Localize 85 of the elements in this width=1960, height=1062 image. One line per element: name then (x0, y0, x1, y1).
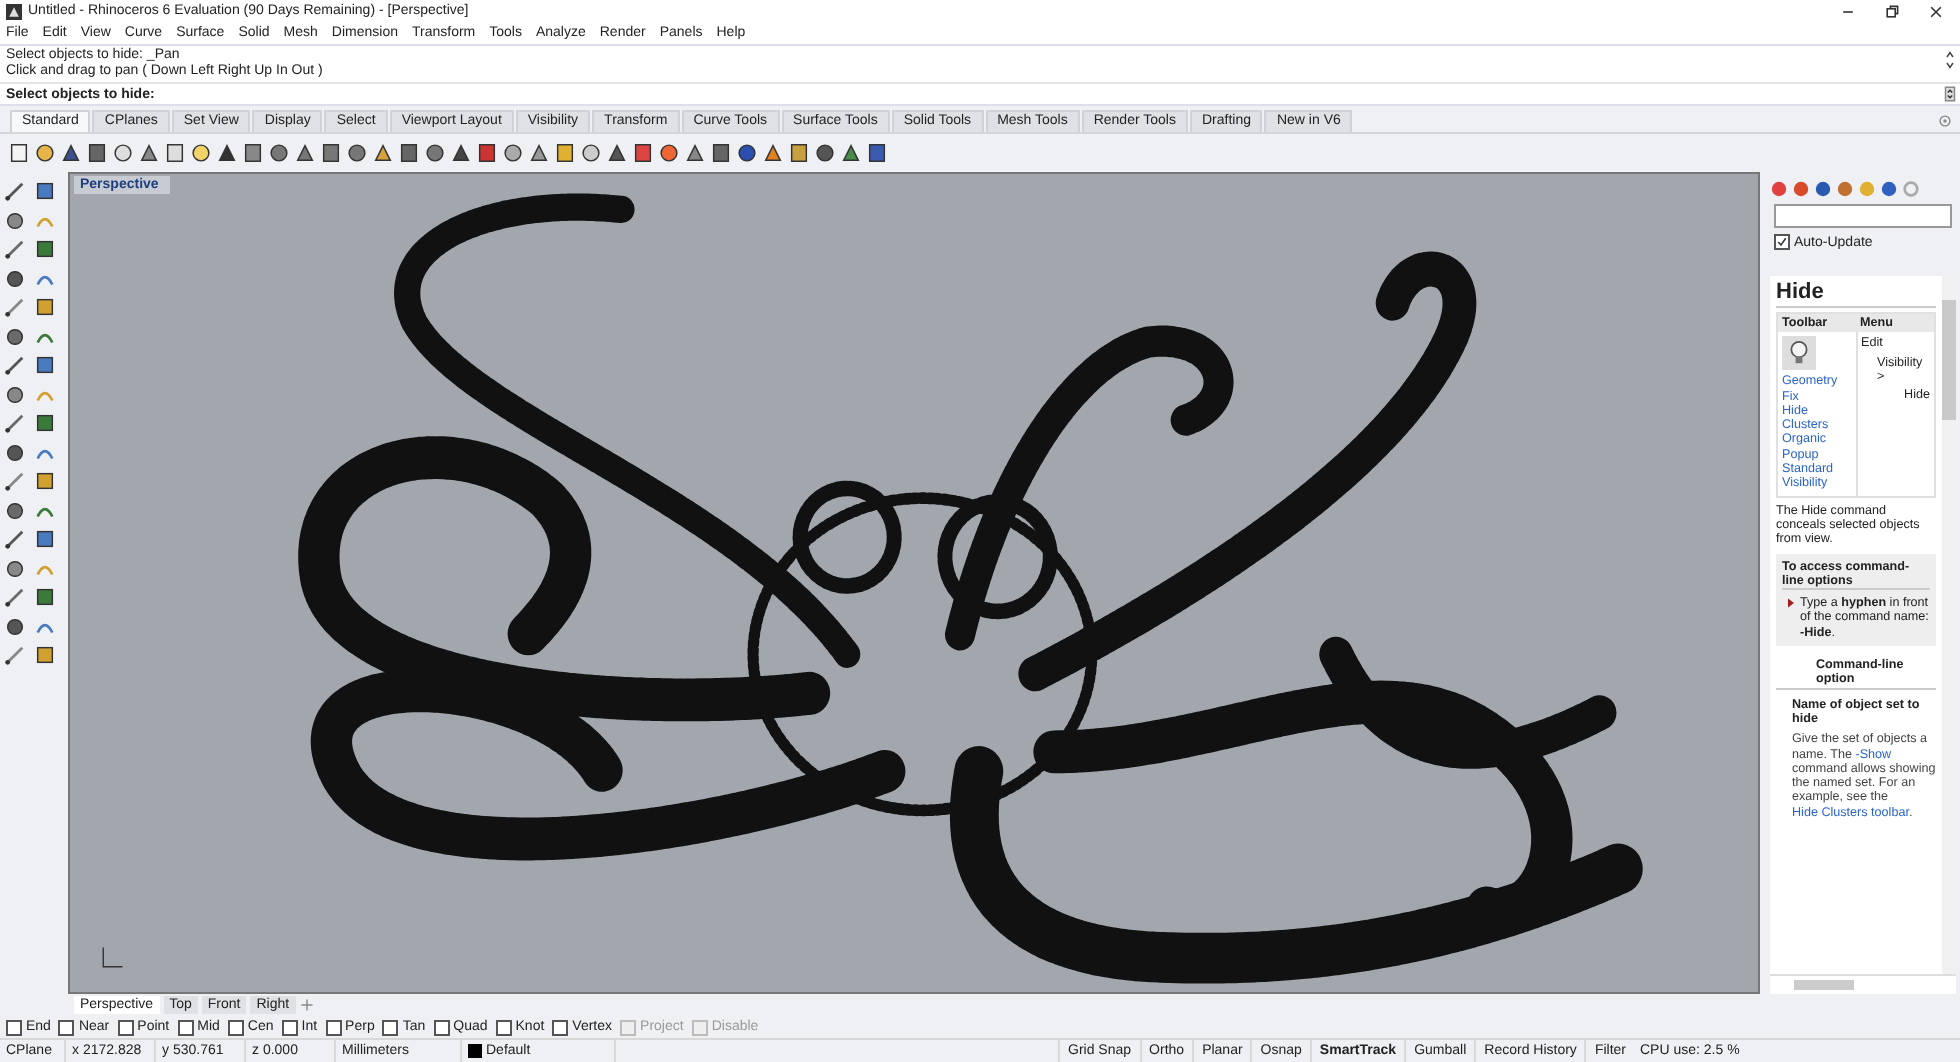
tool-icon[interactable] (34, 528, 56, 550)
tool-icon[interactable] (4, 209, 26, 231)
search-field[interactable] (1774, 204, 1952, 228)
tool-icon[interactable] (528, 142, 550, 164)
scroll-arrows-icon[interactable] (1944, 46, 1956, 74)
tool-icon[interactable] (580, 142, 602, 164)
tool-icon[interactable] (4, 528, 26, 550)
tool-icon[interactable] (4, 441, 26, 463)
tool-icon[interactable] (710, 142, 732, 164)
tool-icon[interactable] (34, 412, 56, 434)
gear-icon[interactable] (1938, 114, 1952, 128)
restore-icon[interactable] (1884, 3, 1900, 19)
tool-icon[interactable] (684, 142, 706, 164)
tool-icon[interactable] (34, 470, 56, 492)
tool-icon[interactable] (372, 142, 394, 164)
tool-icon[interactable] (34, 586, 56, 608)
tool-icon[interactable] (112, 142, 134, 164)
tool-icon[interactable] (4, 615, 26, 637)
tool-icon[interactable] (86, 142, 108, 164)
tool-icon[interactable] (4, 383, 26, 405)
tool-icon[interactable] (476, 142, 498, 164)
tool-icon[interactable] (4, 325, 26, 347)
tool-icon[interactable] (4, 470, 26, 492)
tool-icon[interactable] (606, 142, 628, 164)
layer-swatch (468, 1044, 482, 1058)
tool-icon[interactable] (294, 142, 316, 164)
tool-icon[interactable] (4, 180, 26, 202)
checkbox[interactable] (117, 1019, 134, 1035)
tool-icon[interactable] (398, 142, 420, 164)
checkbox[interactable] (227, 1019, 244, 1035)
tool-icon[interactable] (762, 142, 784, 164)
checkbox[interactable] (6, 1019, 22, 1035)
bullet-icon (1788, 598, 1794, 609)
tool-icon[interactable] (4, 644, 26, 666)
tool-icon[interactable] (632, 142, 654, 164)
tool-icon[interactable] (866, 142, 888, 164)
checkbox[interactable] (382, 1019, 399, 1035)
tool-icon[interactable] (34, 644, 56, 666)
tool-icon[interactable] (346, 142, 368, 164)
tool-icon[interactable] (736, 142, 758, 164)
tool-icon[interactable] (4, 412, 26, 434)
lightbulb-icon (1782, 336, 1816, 371)
tool-icon[interactable] (4, 238, 26, 260)
tool-icon[interactable] (34, 180, 56, 202)
tool-icon[interactable] (4, 499, 26, 521)
tool-icon[interactable] (4, 586, 26, 608)
tool-icon[interactable] (164, 142, 186, 164)
tool-icon[interactable] (4, 267, 26, 289)
scrollbar[interactable] (1770, 974, 1956, 994)
axis-icon (98, 944, 126, 972)
close-icon[interactable] (1928, 3, 1944, 19)
tool-icon[interactable] (450, 142, 472, 164)
checkbox[interactable] (58, 1019, 75, 1035)
tool-icon[interactable] (216, 142, 238, 164)
checkbox[interactable] (495, 1019, 512, 1035)
tool-icon[interactable] (190, 142, 212, 164)
tool-icon[interactable] (242, 142, 264, 164)
tool-icon[interactable] (4, 557, 26, 579)
checkbox[interactable] (325, 1019, 342, 1035)
tool-icon[interactable] (34, 354, 56, 376)
checkbox[interactable] (1774, 234, 1790, 250)
checkbox[interactable] (177, 1019, 194, 1035)
tool-icon[interactable] (268, 142, 290, 164)
checkbox[interactable] (433, 1019, 450, 1035)
checkbox[interactable] (281, 1019, 298, 1035)
tool-icon[interactable] (814, 142, 836, 164)
tool-icon[interactable] (502, 142, 524, 164)
tool-icon[interactable] (8, 142, 30, 164)
tool-icon[interactable] (658, 142, 680, 164)
spin-icon[interactable] (1944, 86, 1956, 102)
tool-icon[interactable] (840, 142, 862, 164)
tool-icon[interactable] (34, 296, 56, 318)
app-icon (6, 3, 22, 19)
help-title: Hide (1776, 278, 1936, 308)
tool-icon[interactable] (138, 142, 160, 164)
tool-icon[interactable] (424, 142, 446, 164)
checkbox[interactable] (552, 1019, 569, 1035)
tool-icon[interactable] (34, 238, 56, 260)
tool-icon[interactable] (60, 142, 82, 164)
tool-icon[interactable] (788, 142, 810, 164)
tool-icon[interactable] (4, 296, 26, 318)
tool-icon[interactable] (34, 142, 56, 164)
tool-icon[interactable] (4, 354, 26, 376)
tool-icon[interactable] (320, 142, 342, 164)
tool-icon[interactable] (554, 142, 576, 164)
